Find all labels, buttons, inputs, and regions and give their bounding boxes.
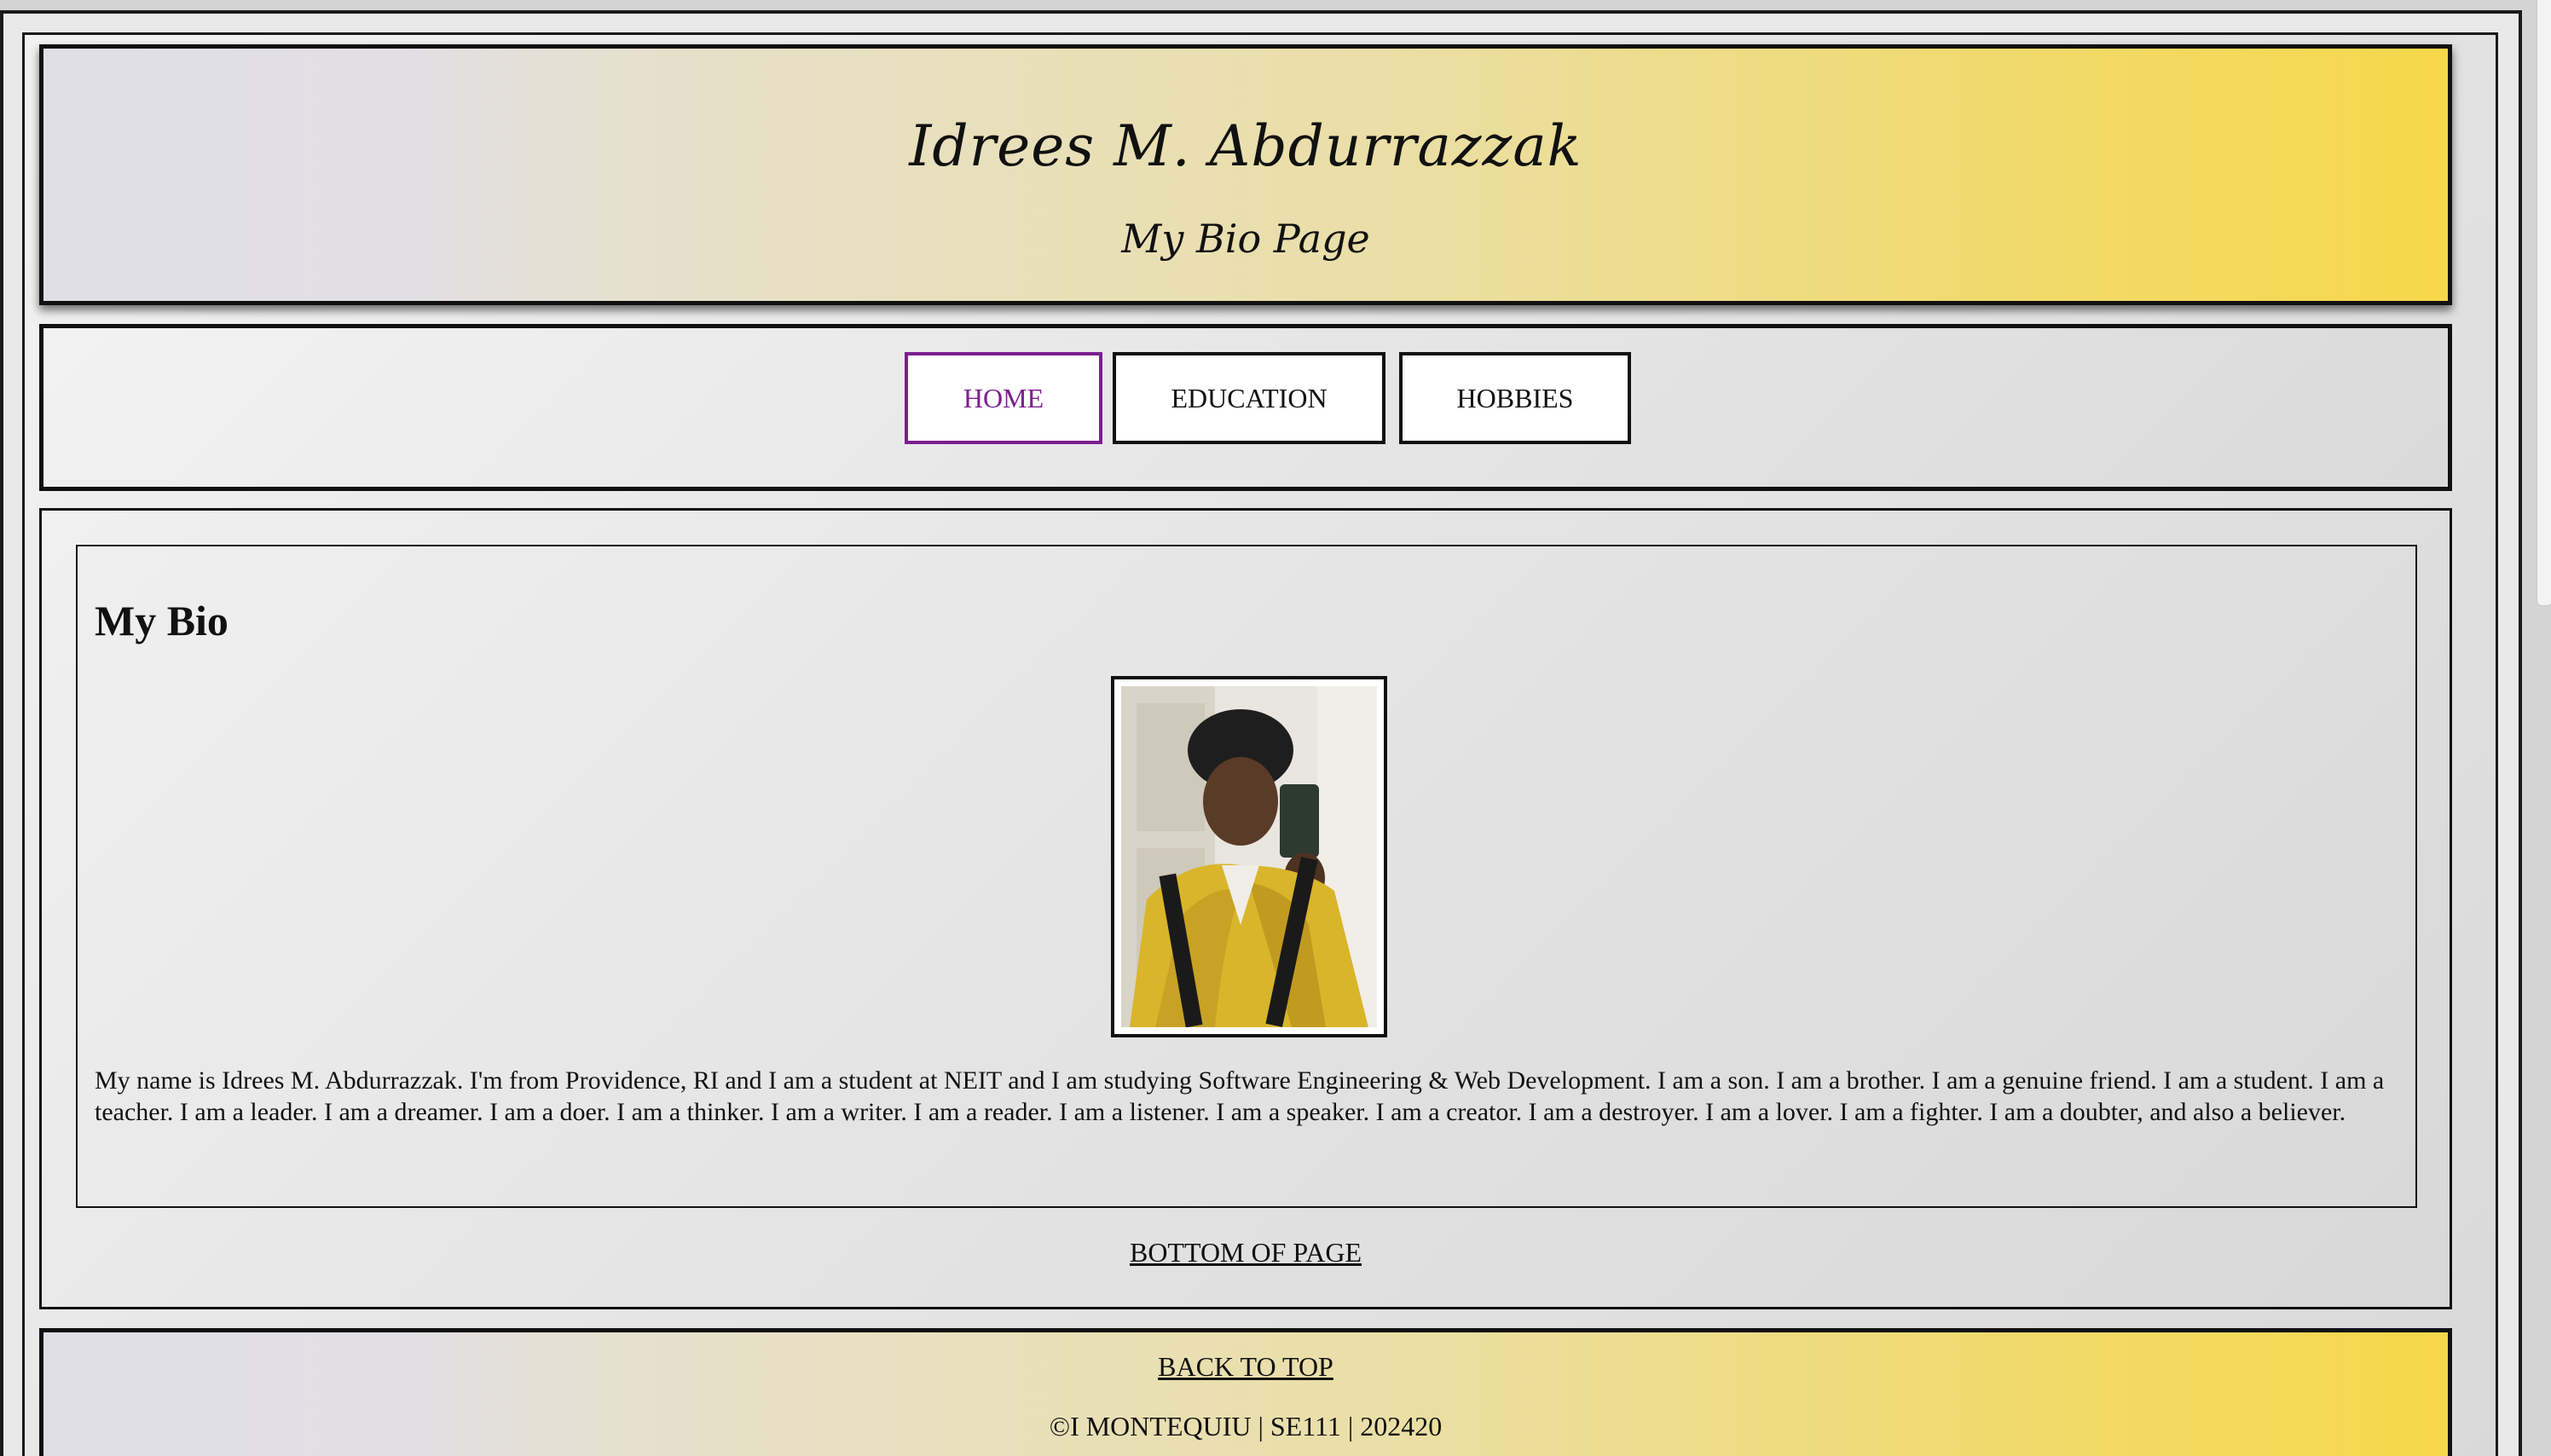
main-content: My Bio My name is Idrees M. Abdurrazzak.… xyxy=(39,508,2452,1309)
bio-section: My Bio My name is Idrees M. Abdurrazzak.… xyxy=(76,545,2417,1208)
site-title: Idrees M. Abdurrazzak xyxy=(909,113,1582,179)
site-header: Idrees M. Abdurrazzak My Bio Page xyxy=(39,44,2452,305)
copyright-text: ©I MONTEQUIU | SE111 | 202420 xyxy=(1049,1411,1443,1442)
nav-education-button[interactable]: EDUCATION xyxy=(1113,352,1385,444)
scrollbar-thumb[interactable] xyxy=(2537,0,2551,606)
bio-heading: My Bio xyxy=(95,597,228,644)
main-nav: HOME EDUCATION HOBBIES xyxy=(39,324,2452,491)
site-footer: BACK TO TOP ©I MONTEQUIU | SE111 | 20242… xyxy=(39,1328,2452,1456)
back-to-top-link[interactable]: BACK TO TOP xyxy=(43,1351,2448,1383)
site-subtitle: My Bio Page xyxy=(1121,216,1370,262)
nav-home-button[interactable]: HOME xyxy=(905,352,1102,444)
nav-hobbies-button[interactable]: HOBBIES xyxy=(1399,352,1631,444)
profile-photo-frame xyxy=(1111,676,1387,1037)
bottom-of-page-link[interactable]: BOTTOM OF PAGE xyxy=(42,1237,2450,1268)
bio-text: My name is Idrees M. Abdurrazzak. I'm fr… xyxy=(95,1066,2385,1126)
profile-photo xyxy=(1121,686,1377,1027)
